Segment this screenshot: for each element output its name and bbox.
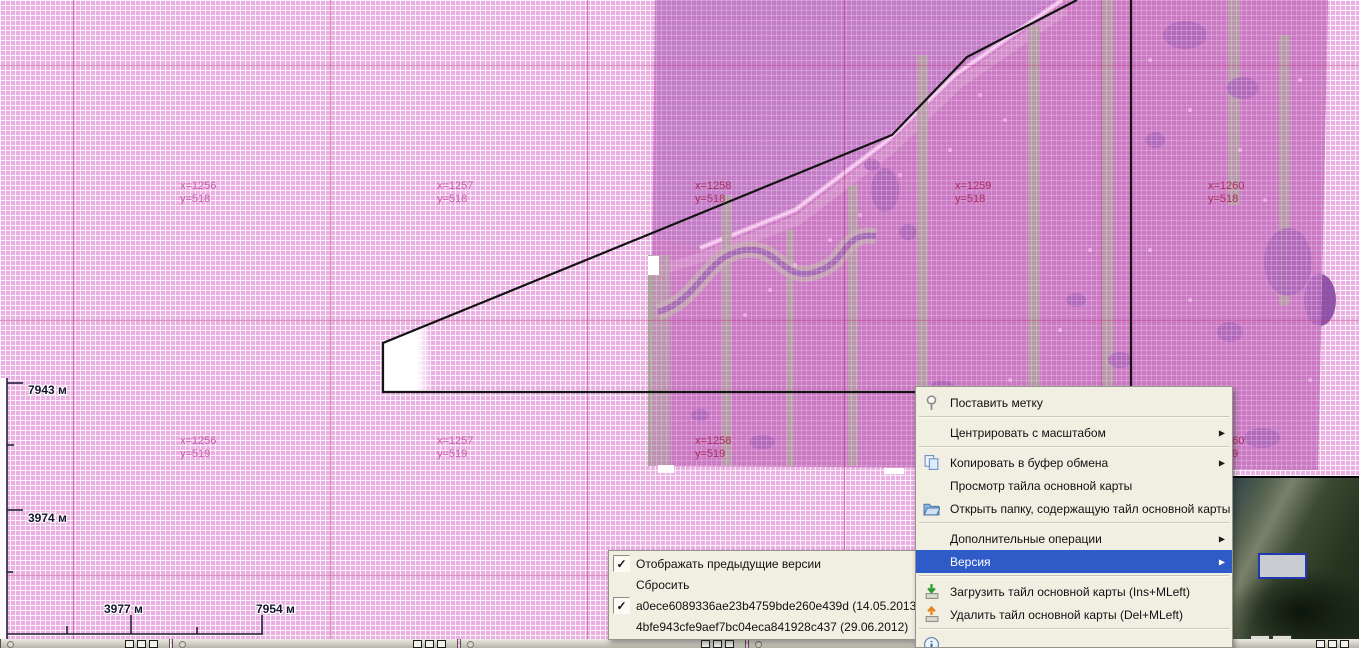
menu-item-label: Центрировать с масштабом (950, 426, 1106, 440)
submenu-item-label: Сбросить (636, 578, 689, 592)
window-caption-button[interactable] (125, 640, 134, 648)
submenu-item-label: a0ece6089336ae23b4759bde260e439d (14.05.… (636, 599, 920, 613)
window-caption-button[interactable] (137, 640, 146, 648)
menu-item-center-with-scale[interactable]: Центрировать с масштабом ▶ (916, 421, 1232, 444)
menu-separator (919, 416, 1229, 418)
menu-item-label: Удалить тайл основной карты (Del+MLeft) (950, 608, 1183, 622)
tile-coordinate-label: x=1260 y=518 (1208, 180, 1244, 206)
info-icon (923, 636, 940, 648)
menu-item-label: Версия (950, 555, 991, 569)
window-caption-button[interactable] (425, 640, 434, 648)
tile-coordinate-label: x=1256 y=519 (180, 435, 216, 461)
tile-coordinate-label: x=1258 y=519 (695, 435, 731, 461)
submenu-item-version-2013[interactable]: ✓ a0ece6089336ae23b4759bde260e439d (14.05… (609, 595, 917, 616)
window-icon (467, 641, 474, 648)
menu-item-label: Дополнительные операции (950, 532, 1102, 546)
submenu-item-version-2012[interactable]: 4bfe943cfe9aef7bc04eca841928c437 (29.06.… (609, 616, 917, 637)
menu-item-label: Поставить метку (950, 396, 1043, 410)
submenu-arrow-icon: ▶ (1219, 458, 1225, 467)
window-caption-fragment[interactable] (0, 639, 170, 648)
delete-icon (923, 606, 940, 623)
menu-separator (919, 628, 1229, 630)
window-caption-fragment[interactable] (460, 639, 746, 648)
submenu-item-label: 4bfe943cfe9aef7bc04eca841928c437 (29.06.… (636, 620, 908, 634)
measure-distance-label: 7943 м (28, 383, 67, 397)
tile-coordinate-label: x=1257 y=518 (437, 180, 473, 206)
menu-item-label: Загрузить тайл основной карты (Ins+MLeft… (950, 585, 1190, 599)
checkmark-icon: ✓ (613, 555, 630, 572)
version-submenu: ✓ Отображать предыдущие версии Сбросить ✓ a0… (608, 550, 918, 640)
menu-item-version[interactable]: Версия ▶ (916, 550, 1232, 573)
submenu-arrow-icon: ▶ (1219, 534, 1225, 543)
copy-icon (923, 454, 940, 471)
menu-item-view-main-map-tile[interactable]: Просмотр тайла основной карты (916, 474, 1232, 497)
window-caption-fragment[interactable] (172, 639, 458, 648)
submenu-item-reset[interactable]: Сбросить (609, 574, 917, 595)
window-caption-button[interactable] (1316, 640, 1325, 648)
menu-item-label: Копировать в буфер обмена (950, 456, 1108, 470)
menu-item-open-tile-folder[interactable]: Открыть папку, содержащую тайл основной … (916, 497, 1232, 520)
window-caption-button[interactable] (437, 640, 446, 648)
tile-context-menu: Поставить метку Центрировать с масштабом ▶… (915, 386, 1233, 648)
window-caption-button[interactable] (725, 640, 734, 648)
window-icon (7, 641, 14, 648)
ruler-margin (0, 378, 7, 640)
menu-item-info-partial[interactable] (916, 633, 1232, 648)
placemark-icon (923, 394, 940, 411)
menu-item-label: Просмотр тайла основной карты (950, 479, 1132, 493)
window-caption-button[interactable] (1340, 640, 1349, 648)
measure-distance-label: 7954 м (256, 602, 295, 616)
menu-separator (919, 522, 1229, 524)
tile-coordinate-label: x=1259 y=518 (955, 180, 991, 206)
checkmark-icon: ✓ (613, 597, 630, 614)
map-application-window: x=1256 y=518 x=1257 y=518 x=1258 y=518 x=12… (0, 0, 1359, 648)
minimap-viewport-rect[interactable] (1258, 553, 1307, 579)
submenu-arrow-icon: ▶ (1219, 428, 1225, 437)
window-icon (755, 641, 762, 648)
tile-coordinate-label: x=1256 y=518 (180, 180, 216, 206)
submenu-item-label: Отображать предыдущие версии (636, 557, 821, 571)
menu-item-additional-operations[interactable]: Дополнительные операции ▶ (916, 527, 1232, 550)
menu-item-delete-main-tile[interactable]: Удалить тайл основной карты (Del+MLeft) (916, 603, 1232, 626)
menu-item-label: Открыть папку, содержащую тайл основной … (950, 502, 1230, 516)
menu-item-place-mark[interactable]: Поставить метку (916, 391, 1232, 414)
download-icon (923, 583, 940, 600)
measure-distance-label: 3977 м (104, 602, 143, 616)
folder-icon (923, 500, 940, 517)
menu-item-copy-to-clipboard[interactable]: Копировать в буфер обмена ▶ (916, 451, 1232, 474)
tile-coordinate-label: x=1257 y=519 (437, 435, 473, 461)
submenu-item-show-previous-versions[interactable]: ✓ Отображать предыдущие версии (609, 553, 917, 574)
menu-item-download-main-tile[interactable]: Загрузить тайл основной карты (Ins+MLeft… (916, 580, 1232, 603)
window-icon (179, 641, 186, 648)
menu-separator (919, 575, 1229, 577)
window-caption-button[interactable] (713, 640, 722, 648)
window-caption-button[interactable] (1328, 640, 1337, 648)
submenu-arrow-icon: ▶ (1219, 557, 1225, 566)
window-caption-button[interactable] (701, 640, 710, 648)
window-caption-button[interactable] (413, 640, 422, 648)
tile-coordinate-label: x=1258 y=518 (695, 180, 731, 206)
measure-distance-label: 3974 м (28, 511, 67, 525)
window-caption-button[interactable] (149, 640, 158, 648)
menu-separator (919, 446, 1229, 448)
